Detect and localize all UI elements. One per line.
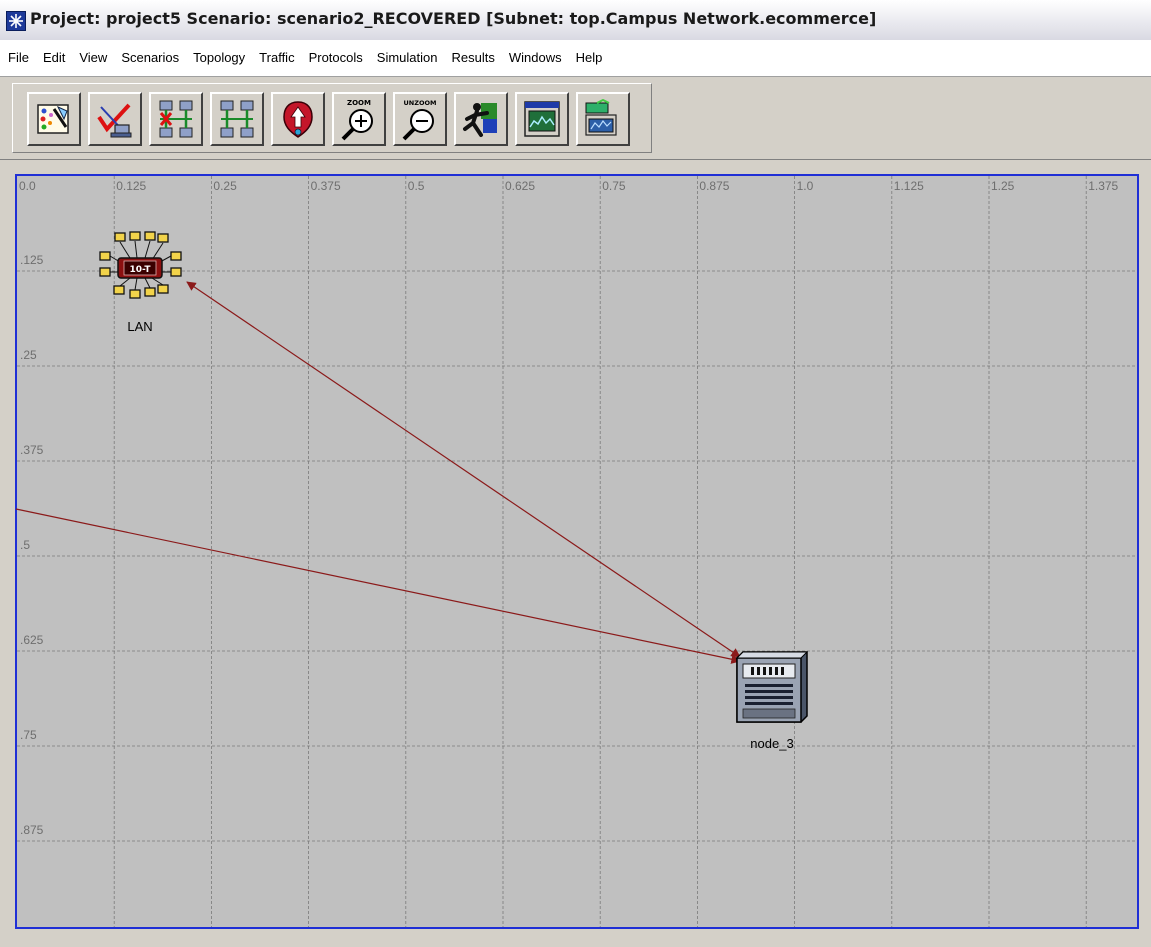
x-tick-label: 0.875 bbox=[699, 179, 729, 193]
x-tick-label: 1.125 bbox=[894, 179, 924, 193]
x-tick-label: 0.625 bbox=[505, 179, 535, 193]
configure-simulation-button[interactable] bbox=[454, 92, 508, 146]
return-to-parent-subnet-button[interactable] bbox=[271, 92, 325, 146]
menu-view[interactable]: View bbox=[72, 40, 114, 76]
y-tick-label: .625 bbox=[20, 633, 44, 647]
menu-protocols[interactable]: Protocols bbox=[302, 40, 370, 76]
view-simulation-results-button[interactable] bbox=[515, 92, 569, 146]
zoom-in-icon: ZOOM bbox=[341, 99, 373, 141]
y-tick-label: .25 bbox=[20, 348, 37, 362]
check-link-consistency-button[interactable] bbox=[88, 92, 142, 146]
server-icon bbox=[735, 651, 809, 723]
menu-simulation[interactable]: Simulation bbox=[370, 40, 445, 76]
x-tick-label: 1.0 bbox=[797, 179, 814, 193]
recover-link-icon bbox=[220, 100, 254, 138]
x-tick-label: 1.375 bbox=[1088, 179, 1118, 193]
up-arrow-icon bbox=[283, 101, 313, 138]
y-tick-label: .125 bbox=[20, 253, 44, 267]
zoom-button[interactable]: ZOOM bbox=[332, 92, 386, 146]
toolbar-area: ZOOM UNZOOM bbox=[0, 77, 1151, 160]
fail-link-button[interactable] bbox=[149, 92, 203, 146]
x-tick-label: 1.25 bbox=[991, 179, 1015, 193]
checkmark-link-icon bbox=[97, 103, 132, 138]
menu-edit[interactable]: Edit bbox=[36, 40, 72, 76]
title-bar: Project: project5 Scenario: scenario2_RE… bbox=[0, 0, 1151, 41]
toolbar: ZOOM UNZOOM bbox=[12, 83, 652, 153]
menu-file[interactable]: File bbox=[0, 40, 36, 76]
palette-icon bbox=[37, 104, 69, 134]
svg-text:10-T: 10-T bbox=[129, 265, 151, 275]
network-topology-canvas[interactable]: 0.0 0.125 0.25 0.375 0.5 0.625 0.75 0.875 1.0 1.1… bbox=[0, 160, 1151, 947]
menu-traffic[interactable]: Traffic bbox=[252, 40, 301, 76]
x-tick-label: 0.375 bbox=[311, 179, 341, 193]
results-graph-icon bbox=[524, 101, 560, 137]
recover-link-button[interactable] bbox=[210, 92, 264, 146]
menu-bar: File Edit View Scenarios Topology Traffi… bbox=[0, 40, 1151, 77]
menu-help[interactable]: Help bbox=[569, 40, 610, 76]
x-tick-label: 0.75 bbox=[602, 179, 626, 193]
svg-text:UNZOOM: UNZOOM bbox=[404, 99, 437, 107]
y-tick-label: .5 bbox=[20, 538, 30, 552]
menu-windows[interactable]: Windows bbox=[502, 40, 569, 76]
project-workspace[interactable]: 0.0 0.125 0.25 0.375 0.5 0.625 0.75 0.875 1.0 1.1… bbox=[0, 160, 1151, 947]
x-tick-label: 0.5 bbox=[408, 179, 425, 193]
node-3-label: node_3 bbox=[750, 736, 793, 751]
menu-results[interactable]: Results bbox=[444, 40, 501, 76]
x-tick-label: 0.125 bbox=[116, 179, 146, 193]
y-tick-label: .375 bbox=[20, 443, 44, 457]
zoom-out-icon: UNZOOM bbox=[402, 99, 437, 141]
y-tick-label: .75 bbox=[20, 728, 37, 742]
graph-panels-icon bbox=[585, 99, 617, 136]
y-tick-label: .875 bbox=[20, 823, 44, 837]
workspace-area[interactable] bbox=[15, 174, 1139, 929]
menu-scenarios[interactable]: Scenarios bbox=[114, 40, 186, 76]
window-title: Project: project5 Scenario: scenario2_RE… bbox=[30, 9, 877, 28]
runner-icon bbox=[463, 103, 497, 137]
fail-link-icon bbox=[159, 100, 193, 138]
x-tick-label: 0.0 bbox=[19, 179, 36, 193]
menu-topology[interactable]: Topology bbox=[186, 40, 252, 76]
open-object-palette-button[interactable] bbox=[27, 92, 81, 146]
hide-show-graphs-button[interactable] bbox=[576, 92, 630, 146]
svg-text:ZOOM: ZOOM bbox=[347, 99, 371, 107]
app-star-icon bbox=[6, 11, 26, 31]
x-tick-label: 0.25 bbox=[213, 179, 237, 193]
lan-node-label: LAN bbox=[127, 319, 152, 334]
unzoom-button[interactable]: UNZOOM bbox=[393, 92, 447, 146]
